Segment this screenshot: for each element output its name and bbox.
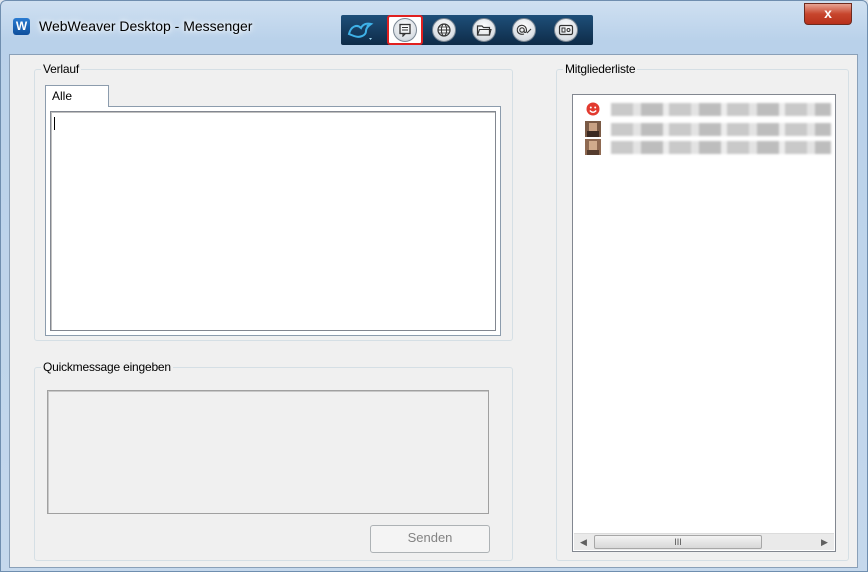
- mail-button[interactable]: [509, 17, 539, 43]
- member-item[interactable]: [585, 139, 831, 155]
- send-button[interactable]: Senden: [370, 525, 490, 553]
- bird-logo-icon: [347, 22, 374, 40]
- history-tab-panel: [45, 106, 501, 336]
- message-icon: [393, 18, 417, 42]
- member-item[interactable]: [585, 101, 831, 117]
- quickmessage-input[interactable]: [47, 390, 489, 514]
- user-photo-icon: [585, 121, 601, 137]
- main-toolbar: [341, 15, 593, 45]
- history-textarea[interactable]: [50, 111, 496, 331]
- close-icon: x: [824, 5, 832, 21]
- messenger-window: W WebWeaver Desktop - Messenger x Verlau…: [0, 0, 868, 572]
- client-area: Verlauf Alle Quickmessage eingeben Sende…: [9, 54, 858, 568]
- member-item[interactable]: [585, 121, 831, 137]
- smiley-icon: [586, 102, 600, 116]
- history-group-label: Verlauf: [41, 62, 81, 76]
- files-button[interactable]: [469, 17, 499, 43]
- card-icon: [554, 18, 578, 42]
- window-title: WebWeaver Desktop - Messenger: [39, 18, 253, 34]
- scroll-thumb[interactable]: III: [594, 535, 762, 549]
- scroll-left-icon[interactable]: ◀: [575, 534, 592, 550]
- member-name-blurred: [611, 103, 831, 116]
- tab-alle[interactable]: Alle: [45, 85, 109, 107]
- history-group: Verlauf Alle: [34, 62, 513, 341]
- member-name-blurred: [611, 123, 831, 136]
- globe-icon: [432, 18, 456, 42]
- close-button[interactable]: x: [804, 3, 852, 25]
- member-name-blurred: [611, 141, 831, 154]
- send-button-label: Senden: [407, 530, 453, 545]
- tab-alle-label: Alle: [52, 89, 73, 103]
- web-button[interactable]: [429, 17, 459, 43]
- scroll-thumb-grip: III: [674, 537, 682, 547]
- user-photo-icon: [585, 139, 601, 155]
- scroll-right-icon[interactable]: ▶: [816, 534, 833, 550]
- text-caret: [54, 117, 55, 130]
- folder-icon: [472, 18, 496, 42]
- at-mail-icon: [512, 18, 536, 42]
- quickmessage-group-label: Quickmessage eingeben: [41, 360, 173, 374]
- title-bar[interactable]: W WebWeaver Desktop - Messenger x: [1, 1, 867, 55]
- card-button[interactable]: [551, 17, 581, 43]
- members-group-label: Mitgliederliste: [563, 62, 638, 76]
- members-group: Mitgliederliste ◀ III ▶: [556, 62, 849, 561]
- messenger-button[interactable]: [387, 15, 423, 45]
- quickmessage-group: Quickmessage eingeben Senden: [34, 360, 513, 561]
- member-list-hscrollbar[interactable]: ◀ III ▶: [574, 533, 834, 550]
- member-list[interactable]: ◀ III ▶: [572, 94, 836, 552]
- bird-logo-button[interactable]: [345, 17, 375, 43]
- app-logo-icon: W: [13, 18, 30, 35]
